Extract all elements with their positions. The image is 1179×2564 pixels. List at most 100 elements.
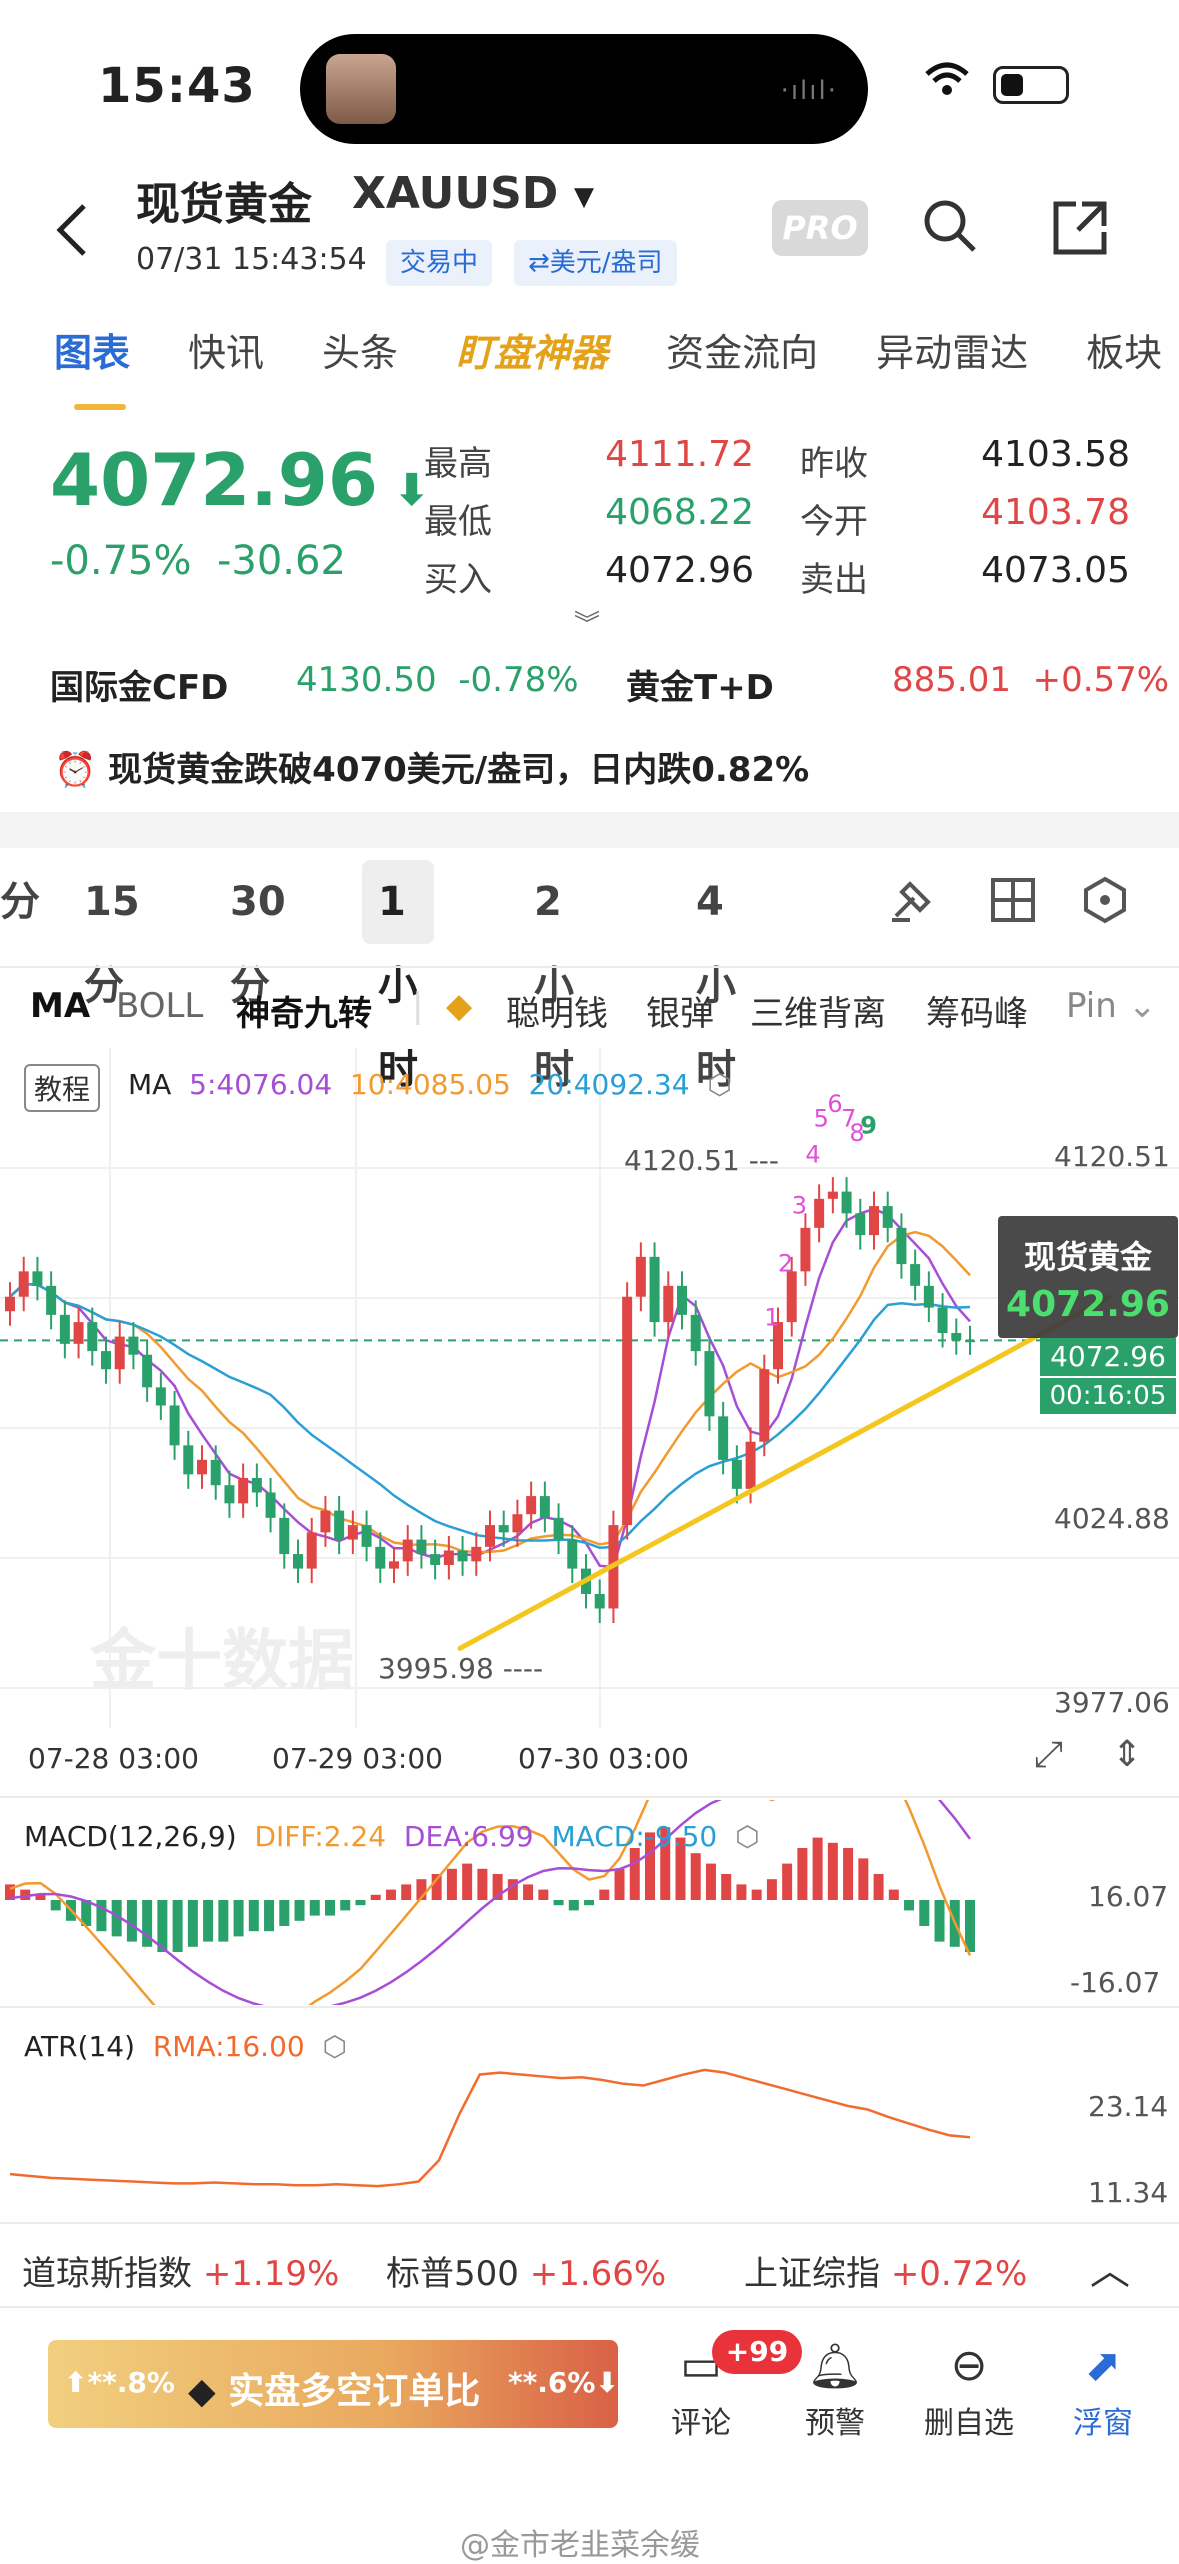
unit-switch[interactable]: ⇄美元/盎司 — [514, 240, 677, 286]
indicator-separator: | — [412, 986, 424, 1026]
candlestick-chart[interactable]: 123456789 金十数据 — [0, 1048, 1179, 1788]
trend-line — [457, 1294, 1113, 1651]
cfd-label[interactable]: 国际金CFD — [50, 660, 228, 709]
td9-label: 2 — [778, 1249, 793, 1277]
high-label: 最高 — [424, 444, 492, 484]
td9-label: 9 — [860, 1112, 877, 1140]
fullscreen-icon[interactable]: ⤢ — [1034, 1734, 1063, 1776]
tab-flash[interactable]: 快讯 — [188, 322, 264, 392]
macd-bar — [873, 1874, 884, 1900]
candle-body — [87, 1322, 98, 1352]
pro-button[interactable]: PRO — [772, 200, 868, 256]
chevron-up-icon[interactable]: ︿ — [1090, 2238, 1130, 2296]
candle-body — [896, 1227, 907, 1265]
macd-bar — [614, 1868, 625, 1900]
settings-icon[interactable]: ⬡ — [707, 1068, 731, 1101]
candle-body — [649, 1256, 660, 1323]
period-min[interactable]: 分 — [0, 860, 40, 944]
candle-body — [128, 1336, 139, 1355]
settings-hex-icon[interactable] — [1080, 870, 1130, 954]
tab-headlines[interactable]: 头条 — [322, 322, 398, 392]
expand-chevron-icon[interactable]: ︾ — [574, 604, 600, 641]
candle-body — [251, 1477, 262, 1493]
x-tick-3: 07-30 03:00 — [518, 1742, 689, 1775]
candle-body — [5, 1296, 15, 1312]
tab-sector[interactable]: 板块 — [1086, 322, 1162, 392]
settings-icon[interactable]: ⬡ — [735, 1820, 759, 1853]
x-tick-2: 07-29 03:00 — [272, 1742, 443, 1775]
candle-body — [238, 1477, 249, 1504]
vertical-resize-icon[interactable]: ⇕ — [1112, 1734, 1142, 1775]
indicator-pin[interactable]: Pin — [1066, 986, 1117, 1026]
page-title: 现货黄金 — [136, 179, 312, 230]
tab-fund-flow[interactable]: 资金流向 — [666, 322, 818, 392]
index-shanghai[interactable]: 上证综指 +0.72% — [744, 2246, 1027, 2295]
indicator-more-chevron-icon[interactable]: ⌄ — [1128, 986, 1157, 1026]
indicator-divergence[interactable]: 三维背离 — [750, 986, 886, 1035]
remove-watchlist-button[interactable]: ⊖ 删自选 — [914, 2340, 1024, 2442]
indicator-smart-money[interactable]: 聪明钱 — [506, 986, 608, 1035]
macd-bar — [538, 1889, 549, 1900]
tab-chart[interactable]: 图表 — [54, 322, 130, 410]
y-tick-high: 4120.51 — [1054, 1140, 1170, 1173]
settings-icon[interactable]: ⬡ — [323, 2030, 347, 2063]
bid-value: 4072.96 — [605, 550, 754, 591]
section-divider — [0, 812, 1179, 848]
candle-body — [224, 1485, 235, 1504]
ask-value: 4073.05 — [981, 550, 1130, 591]
candle-body — [526, 1496, 537, 1515]
macd-bar — [599, 1889, 610, 1900]
indicator-chip-peak[interactable]: 筹码峰 — [926, 986, 1028, 1035]
index-dow[interactable]: 道琼斯指数 +1.19% — [22, 2246, 339, 2295]
indicator-td9[interactable]: 神奇九转 — [236, 986, 372, 1035]
macd-bar — [690, 1853, 701, 1900]
alarm-button[interactable]: 🔔︎ 预警 — [780, 2340, 890, 2442]
float-window-button[interactable]: ⬈ 浮窗 — [1048, 2340, 1158, 2442]
back-icon[interactable] — [52, 200, 92, 276]
period-2h[interactable]: 2小时 — [534, 860, 574, 1093]
candle-body — [663, 1285, 674, 1323]
share-icon[interactable] — [1050, 198, 1110, 258]
candle-body — [471, 1546, 482, 1562]
y-tick-low: 3977.06 — [1054, 1686, 1170, 1719]
candle-body — [512, 1514, 523, 1533]
indicator-ma[interactable]: MA — [30, 986, 90, 1026]
low-marker: 3995.98 ---- — [378, 1652, 544, 1685]
battery-icon — [993, 66, 1069, 104]
candle-body — [567, 1539, 578, 1569]
atr-y-bottom: 11.34 — [1088, 2176, 1169, 2209]
caret-down-icon[interactable]: ▼ — [574, 182, 594, 212]
ask-label: 卖出 — [800, 560, 868, 600]
divider — [0, 1796, 1179, 1798]
period-30m[interactable]: 30分 — [230, 860, 286, 1009]
y-tick-mid: 4024.88 — [1054, 1502, 1170, 1535]
indicator-silver-bullet[interactable]: 银弹 — [646, 986, 714, 1035]
media-thumbnail — [326, 54, 396, 124]
high-marker: 4120.51 --- — [624, 1144, 780, 1177]
macd-bar — [233, 1900, 244, 1937]
candle-body — [457, 1550, 468, 1562]
macd-bar — [126, 1900, 137, 1942]
long-short-ratio-button[interactable]: ⬆**.8% ◆ 实盘多空订单比 **.6%⬇ — [48, 2340, 619, 2428]
tutorial-button[interactable]: 教程 — [24, 1064, 101, 1112]
prev-close-value: 4103.58 — [981, 434, 1130, 475]
search-icon[interactable] — [920, 196, 980, 256]
period-15m[interactable]: 15分 — [84, 860, 140, 1009]
indicator-boll[interactable]: BOLL — [116, 986, 203, 1026]
last-price: 4072.96 ⬇ — [50, 438, 431, 522]
period-4h[interactable]: 4小时 — [696, 860, 736, 1093]
draw-tool-icon[interactable] — [886, 870, 942, 954]
macd-bar — [248, 1900, 259, 1932]
price-alert[interactable]: ⏰ 现货黄金跌破4070美元/盎司，日内跌0.82% — [54, 742, 809, 791]
symbol-code[interactable]: XAUUSD — [352, 168, 558, 219]
candle-body — [73, 1322, 84, 1344]
layout-grid-icon[interactable] — [988, 870, 1038, 954]
period-1h[interactable]: 1小时 — [362, 860, 434, 1093]
td-label[interactable]: 黄金T+D — [626, 660, 774, 709]
tab-radar[interactable]: 异动雷达 — [876, 322, 1028, 392]
macd-bar — [919, 1900, 930, 1926]
minus-circle-icon: ⊖ — [950, 2340, 988, 2391]
status-bar: 15:43 ·ılıl· — [0, 0, 1179, 160]
index-sp500[interactable]: 标普500 +1.66% — [386, 2246, 666, 2295]
tab-monitor[interactable]: 盯盘神器 — [456, 322, 608, 392]
